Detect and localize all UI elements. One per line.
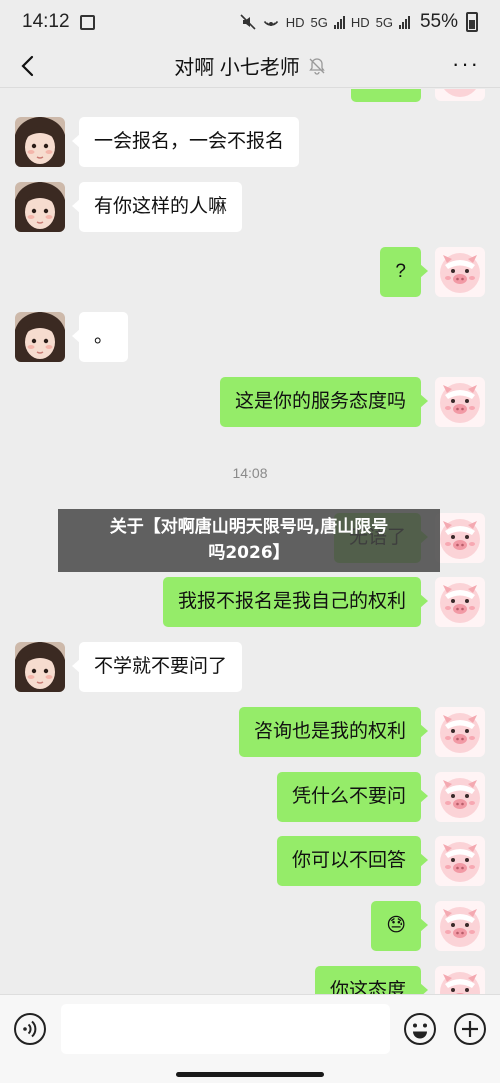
- avatar-contact[interactable]: [15, 182, 65, 232]
- avatar-self[interactable]: [435, 577, 485, 627]
- avatar-self[interactable]: [435, 377, 485, 427]
- message-input[interactable]: [61, 1004, 390, 1054]
- avatar-self[interactable]: [435, 247, 485, 297]
- message-bubble-received[interactable]: 不学就不要问了: [71, 642, 243, 692]
- avatar-contact[interactable]: [15, 117, 65, 167]
- voice-icon[interactable]: [13, 1012, 47, 1046]
- avatar-self[interactable]: [435, 772, 485, 822]
- plus-icon[interactable]: [453, 1012, 487, 1046]
- message-bubble-sent[interactable]: 咨询也是我的权利: [238, 707, 429, 757]
- chat-header: 对啊 小七老师 ···: [0, 44, 500, 88]
- net-label-4: 5G: [375, 14, 393, 30]
- battery-icon: [466, 12, 478, 32]
- net-label-1: HD: [285, 14, 305, 30]
- message-timestamp: 14:08: [232, 465, 268, 481]
- chevron-left-icon[interactable]: [16, 53, 42, 79]
- chat-title: 对啊 小七老师: [174, 57, 300, 79]
- overlay-line-2: 吗2026】: [208, 543, 290, 563]
- status-icons: HD 5G HD 5G 55%: [240, 11, 478, 33]
- emoji-icon[interactable]: [403, 1012, 437, 1046]
- avatar-self[interactable]: [435, 901, 485, 951]
- net-label-2: 5G: [310, 14, 328, 30]
- avatar-contact[interactable]: [15, 312, 65, 362]
- message-bubble-sent[interactable]: 凭什么不要问: [276, 772, 429, 822]
- avatar-self[interactable]: [435, 707, 485, 757]
- home-indicator[interactable]: [176, 1072, 324, 1077]
- message-bubble-received[interactable]: 。: [71, 312, 129, 362]
- overlay-banner: 关于【对啊唐山明天限号吗,唐山限号 吗2026】: [58, 509, 440, 572]
- message-bubble-sent[interactable]: 我报不报名是我自己的权利: [162, 577, 429, 627]
- status-bar: 14:12 HD 5G HD 5G 55%: [0, 0, 500, 44]
- bell-off-icon: [308, 57, 325, 75]
- message-bubble-sent[interactable]: 你可以不回答: [276, 836, 429, 886]
- status-time: 14:12: [22, 11, 70, 32]
- message-bubble-sent[interactable]: 你这态度: [314, 966, 429, 994]
- message-bubble-received[interactable]: 一会报名，一会不报名: [71, 117, 300, 167]
- avatar-self[interactable]: [435, 836, 485, 886]
- input-bar: [0, 994, 500, 1083]
- avatar-self[interactable]: [435, 513, 485, 563]
- avatar-contact[interactable]: [15, 642, 65, 692]
- signal-icon-1: [333, 15, 345, 29]
- signal-icon-2: [398, 15, 410, 29]
- avatar-self[interactable]: [435, 89, 485, 101]
- battery-percent: 55%: [419, 11, 458, 32]
- message-bubble-sent[interactable]: 😓: [371, 901, 428, 951]
- message-bubble-sent[interactable]: 这是你的服务态度吗: [219, 377, 429, 427]
- message-bubble-received[interactable]: 有你这样的人嘛: [71, 182, 243, 232]
- more-options-icon[interactable]: ···: [452, 53, 480, 75]
- avatar-self[interactable]: [435, 966, 485, 994]
- image-notification-icon: [79, 14, 95, 30]
- partial-message-bubble: [351, 89, 421, 102]
- overlay-line-1: 关于【对啊唐山明天限号吗,唐山限号: [109, 517, 389, 537]
- hotspot-icon: [263, 20, 278, 26]
- mute-status-icon: [240, 14, 256, 30]
- net-label-3: HD: [350, 14, 370, 30]
- message-bubble-sent[interactable]: ?: [380, 247, 428, 297]
